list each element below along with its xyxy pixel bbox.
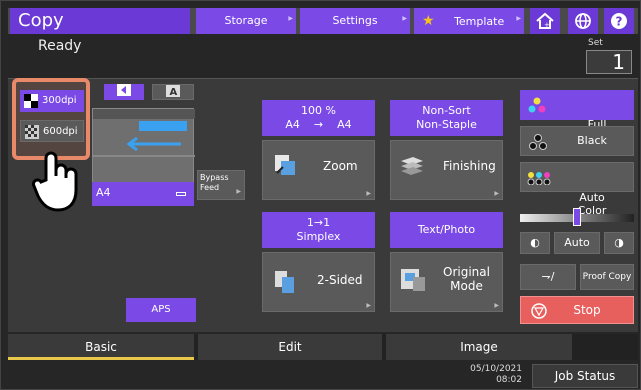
corner-arrow-icon: ▶ <box>494 302 499 309</box>
corner-arrow-icon: ▶ <box>402 15 407 22</box>
tab-basic[interactable]: Basic <box>8 334 194 360</box>
bypass-label: Bypass Feed <box>200 173 229 192</box>
original-mode-icon <box>401 269 425 291</box>
zoom-value-button[interactable]: 100 % A4 → A4 <box>262 100 375 136</box>
stop-label: Stop <box>573 303 601 317</box>
duplex-icon <box>275 271 294 293</box>
full-color-icon <box>528 97 546 113</box>
zoom-detail: A4 → A4 <box>285 118 352 131</box>
half-moon-dark-icon: ◑ <box>614 236 624 249</box>
half-moon-light-icon: ◐ <box>530 236 540 249</box>
corner-arrow-icon: ▶ <box>366 190 371 197</box>
letter-a-icon: A <box>166 85 180 98</box>
interrupt-icon: ⇁/ <box>541 270 555 283</box>
density-auto-button[interactable]: Auto <box>554 232 600 254</box>
home-settings-button[interactable]: + <box>530 8 560 34</box>
bypass-feed-button[interactable]: Bypass Feed ▶ <box>197 170 245 200</box>
proof-copy-label: Proof Copy <box>582 272 632 282</box>
copier-illustration <box>92 108 195 188</box>
star-icon: ★ <box>422 13 435 29</box>
orientation-portrait-button[interactable]: A <box>152 84 194 100</box>
zoom-icon <box>275 155 295 175</box>
set-label: Set <box>588 38 603 48</box>
aps-label: APS <box>151 304 171 315</box>
density-auto-label: Auto <box>564 236 590 249</box>
tray-icon <box>176 192 186 196</box>
datetime: 05/10/2021 08:02 <box>440 364 522 386</box>
full-color-button[interactable]: Full Color <box>520 90 634 144</box>
dpi-300-button[interactable]: 300dpi <box>20 90 84 112</box>
finishing-value-button[interactable]: Non-Sort Non-Staple <box>390 100 503 136</box>
app-title: Copy <box>10 8 190 34</box>
tab-image[interactable]: Image <box>386 334 572 360</box>
storage-label: Storage <box>224 14 268 27</box>
duplex-value-button[interactable]: 1→1 Simplex <box>262 212 375 248</box>
finishing-label: Finishing <box>443 159 496 173</box>
paper-size: A4 <box>96 186 111 199</box>
aps-button[interactable]: APS <box>126 298 196 322</box>
language-button[interactable] <box>568 8 598 34</box>
dpi-300-label: 300dpi <box>42 95 77 106</box>
original-mode-value-button[interactable]: Text/Photo <box>390 212 503 248</box>
zoom-label: Zoom <box>323 159 358 173</box>
help-icon: ? <box>611 13 627 29</box>
set-count-field[interactable]: 1 <box>586 50 632 74</box>
density-slider[interactable] <box>520 208 634 226</box>
black-label: Black <box>577 134 607 147</box>
stop-icon <box>531 303 547 319</box>
time: 08:02 <box>496 375 522 385</box>
svg-text:A: A <box>170 87 178 97</box>
arrow-left-icon <box>117 84 131 96</box>
density-darker-button[interactable]: ◑ <box>604 232 634 254</box>
two-sided-button[interactable]: 2-Sided ▶ <box>262 252 375 312</box>
svg-text:?: ? <box>616 15 623 29</box>
original-mode-label: Original Mode <box>443 265 490 293</box>
storage-button[interactable]: Storage ▶ <box>196 8 296 34</box>
corner-arrow-icon: ▶ <box>494 190 499 197</box>
stop-button[interactable]: Stop <box>520 296 634 324</box>
corner-arrow-icon: ▶ <box>366 302 371 309</box>
template-button[interactable]: ★ Template ▶ <box>414 8 524 34</box>
two-sided-label: 2-Sided <box>317 273 363 287</box>
fine-checker-icon <box>25 125 39 139</box>
help-button[interactable]: ? <box>604 8 634 34</box>
corner-arrow-icon: ▶ <box>288 15 293 22</box>
zoom-button[interactable]: Zoom ▶ <box>262 140 375 200</box>
black-button[interactable]: Black <box>520 126 634 156</box>
template-label: Template <box>454 15 505 28</box>
settings-button[interactable]: Settings ▶ <box>300 8 410 34</box>
settings-label: Settings <box>332 14 378 27</box>
zoom-ratio: 100 % <box>301 104 336 117</box>
job-status-button[interactable]: Job Status <box>532 364 638 388</box>
feed-arrow-icon <box>126 137 181 151</box>
hand-pointer-icon <box>32 151 78 212</box>
finishing-icon <box>401 157 423 175</box>
proof-copy-button[interactable]: Proof Copy <box>580 264 634 290</box>
black-icon <box>529 134 547 150</box>
auto-color-icon <box>527 172 551 185</box>
dpi-600-button[interactable]: 600dpi <box>20 120 84 142</box>
date: 05/10/2021 <box>470 364 522 374</box>
svg-text:+: + <box>544 21 550 29</box>
checker-icon <box>24 94 38 108</box>
tab-edit[interactable]: Edit <box>198 334 382 360</box>
paper-tray-a4[interactable]: A4 <box>92 182 194 206</box>
machine-status: Ready <box>38 38 82 54</box>
density-lighter-button[interactable]: ◐ <box>520 232 550 254</box>
corner-arrow-icon: ▶ <box>236 188 241 195</box>
original-mode-button[interactable]: Original Mode ▶ <box>390 252 503 312</box>
home-icon: + <box>536 12 554 29</box>
auto-color-button[interactable]: Auto Color <box>520 162 634 217</box>
density-handle[interactable] <box>573 208 581 226</box>
finishing-button[interactable]: Finishing ▶ <box>390 140 503 200</box>
orientation-left-button[interactable] <box>104 84 144 100</box>
interrupt-button[interactable]: ⇁/ <box>520 264 576 290</box>
corner-arrow-icon: ▶ <box>516 15 521 22</box>
globe-icon <box>575 13 591 29</box>
dpi-600-label: 600dpi <box>43 126 78 137</box>
